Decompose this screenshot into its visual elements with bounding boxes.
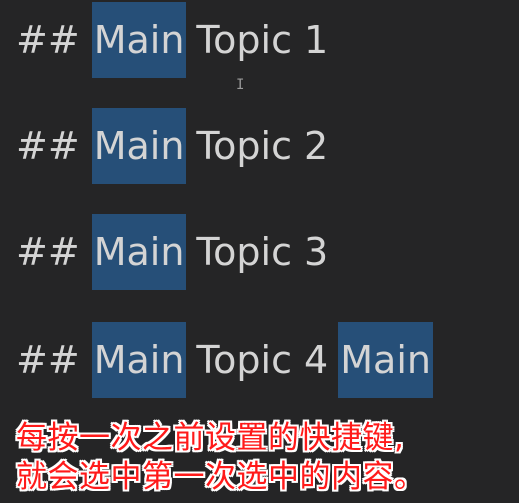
editor-line-4[interactable]: ## Main Topic 4 Main — [16, 322, 433, 398]
subtitle-line-2: 就会选中第一次选中的内容。 — [16, 459, 426, 495]
editor-line-3[interactable]: ## Main Topic 3 — [16, 214, 328, 290]
heading-text: Topic 3 — [196, 230, 329, 274]
editor-line-2[interactable]: ## Main Topic 2 — [16, 108, 328, 184]
selection-highlight[interactable]: Main — [91, 322, 187, 398]
selection-highlight[interactable]: Main — [91, 214, 187, 290]
editor-area[interactable]: ## Main Topic 1 I ## Main Topic 2 ## Main Topi… — [0, 0, 519, 503]
heading-marker: ## — [16, 18, 80, 62]
heading-text: Topic 2 — [196, 124, 329, 168]
selection-highlight-trailing[interactable]: Main — [338, 322, 433, 398]
heading-marker: ## — [16, 124, 80, 168]
selection-highlight[interactable]: Main — [91, 2, 187, 78]
selection-highlight[interactable]: Main — [91, 108, 187, 184]
heading-marker: ## — [16, 230, 80, 274]
heading-text: Topic 1 — [196, 18, 329, 62]
heading-marker: ## — [16, 338, 80, 382]
text-cursor-icon: I — [236, 77, 245, 93]
editor-line-1[interactable]: ## Main Topic 1 — [16, 2, 328, 78]
heading-text: Topic 4 — [196, 338, 329, 382]
